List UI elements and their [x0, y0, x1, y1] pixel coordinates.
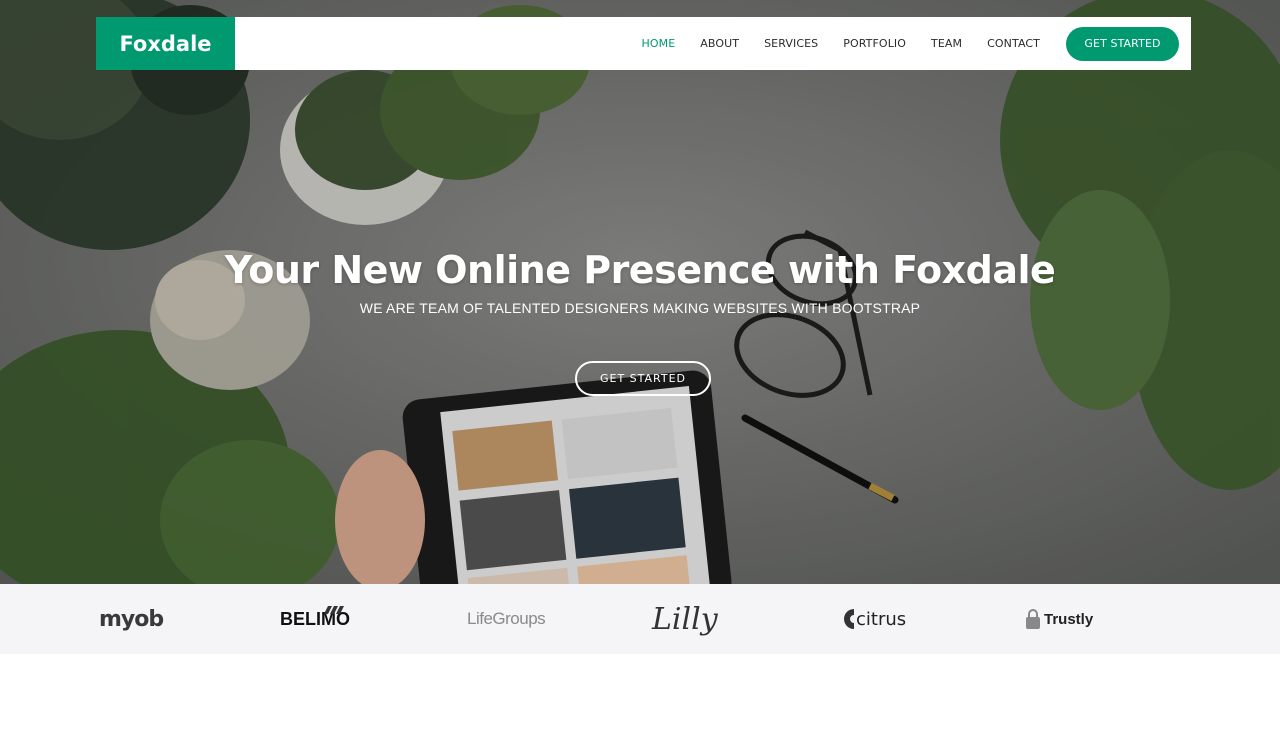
belimo-mark-icon — [324, 606, 344, 614]
nav-item-portfolio[interactable]: PORTFOLIO — [843, 37, 906, 50]
client-logo-myob-text: myob — [99, 606, 164, 632]
client-logo-trustly: Trustly — [1025, 584, 1093, 654]
client-logo-belimo: BELIMO — [280, 584, 350, 654]
nav-item-home[interactable]: HOME — [641, 37, 675, 50]
client-logo-lilly-text: Lilly — [652, 601, 718, 637]
hero-content: Your New Online Presence with Foxdale WE… — [0, 248, 1280, 316]
site-logo[interactable]: Foxdale — [96, 17, 235, 70]
nav-item-contact[interactable]: CONTACT — [987, 37, 1040, 50]
client-logo-citrus-text: citrus — [856, 608, 907, 630]
citrus-mark-icon — [844, 609, 854, 629]
nav-item-services[interactable]: SERVICES — [764, 37, 818, 50]
client-logo-lifegroups: LifeGroups — [467, 584, 546, 654]
client-logo-lilly: Lilly — [652, 584, 718, 654]
client-logo-citrus: citrus — [840, 584, 906, 654]
hero-title: Your New Online Presence with Foxdale — [224, 248, 1056, 292]
hero-section: Foxdale HOME ABOUT SERVICES PORTFOLIO TE… — [0, 0, 1280, 584]
main-nav: HOME ABOUT SERVICES PORTFOLIO TEAM CONTA… — [616, 17, 1179, 70]
client-logo-trustly-text: Trustly — [1044, 610, 1094, 628]
site-header: Foxdale HOME ABOUT SERVICES PORTFOLIO TE… — [96, 17, 1191, 70]
client-logo-myob: myob — [99, 584, 164, 654]
nav-item-about[interactable]: ABOUT — [700, 37, 739, 50]
clients-strip: myob BELIMO LifeGroups Lilly citrus Trus… — [0, 584, 1280, 654]
lock-icon — [1026, 609, 1040, 629]
header-get-started-button[interactable]: GET STARTED — [1066, 26, 1179, 61]
hero-subtitle: WE ARE TEAM OF TALENTED DESIGNERS MAKING… — [359, 300, 921, 316]
hero-get-started-button[interactable]: GET STARTED — [575, 361, 711, 396]
client-logo-lifegroups-text: LifeGroups — [467, 609, 546, 628]
nav-item-team[interactable]: TEAM — [931, 37, 962, 50]
